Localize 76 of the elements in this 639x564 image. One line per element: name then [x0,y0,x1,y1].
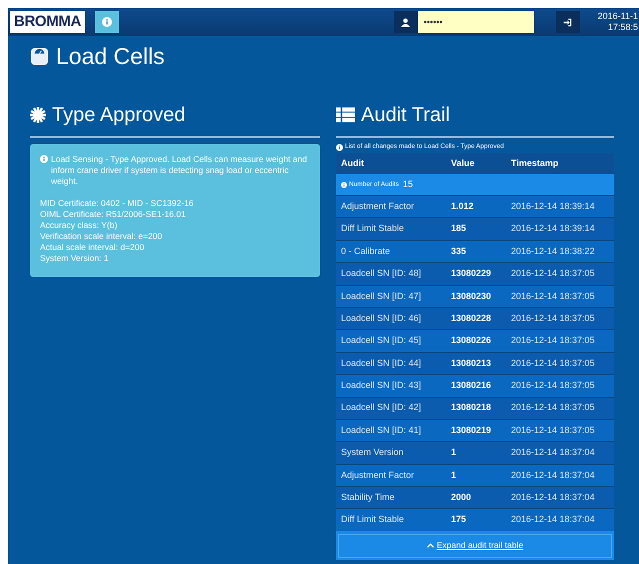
table-cell-text: 2016-12-14 18:38:22 [510,244,596,258]
table-cell-text: 13080219 [450,424,492,437]
page-title: Load Cells [56,42,165,71]
table-cell-text: Adjustment Factor [340,200,416,213]
detail-text: Accuracy class: Y(b) [40,220,118,231]
table-cell-text: Loadcell SN [ID: 45] [340,334,422,348]
logo: BROMMA [10,11,85,33]
info-icon [336,144,343,150]
list-icon [336,107,355,123]
table-cell-text: System Version [340,446,405,460]
table-cell-text: 2016-12-14 18:37:05 [510,424,596,437]
detail-text: Verification scale interval: e=200 [40,231,164,242]
table-cell-text: Loadcell SN [ID: 41] [340,424,422,437]
chevron-up-icon [426,543,434,548]
table-cell-text: 335 [450,244,468,258]
table-cell-text: 2016-12-14 18:37:05 [510,401,596,414]
table-cell-text: 2016-12-14 18:37:04 [510,491,596,504]
table-cell-text: Stability Time [340,491,396,504]
table-cell-text: Adjustment Factor [340,468,416,482]
expand-button[interactable]: Expand audit trail table [338,534,612,558]
table-cell-text: 0 - Calibrate [340,244,392,258]
column-header: Timestamp [510,156,560,170]
table-cell-text: 1 [450,468,458,482]
table-cell-text: 2016-12-14 18:37:05 [510,312,596,325]
table-cell-text: 1.012 [450,200,475,213]
info-icon [102,17,112,27]
detail-text: Actual scale interval: d=200 [40,242,146,253]
table-cell-text: 2016-12-14 18:39:14 [510,200,596,213]
table-cell-text: Loadcell SN [ID: 48] [340,267,422,280]
table-cell-text: 175 [450,513,468,526]
table-cell-text: 13080218 [450,401,492,414]
table-cell-text: 2016-12-14 18:37:04 [510,513,596,526]
column-header: Audit [340,156,365,170]
datetime-text: 17:58:5 [608,22,638,33]
table-cell-text: 13080216 [450,379,492,392]
table-cell-text: 185 [450,222,468,236]
table-cell-text: 2016-12-14 18:37:05 [510,290,596,302]
table-cell-text: 2016-12-14 18:39:14 [510,222,596,236]
table-cell-text: 13080226 [450,334,492,348]
table-cell-text: 2016-12-14 18:37:04 [510,446,596,460]
datetime-text: 2016-11-1 [598,11,638,22]
table-cell-text: 13080228 [450,312,492,325]
section-heading: Audit Trail [361,103,450,128]
column-header: Value [450,156,476,170]
info-button[interactable] [94,11,119,33]
table-cell-text: 13080230 [450,290,492,302]
table-cell-text: 2016-12-14 18:37:05 [510,379,596,392]
table-cell-text: 2016-12-14 18:37:05 [510,267,596,280]
count-value: 15 [402,178,413,191]
table-cell-text: 1 [450,446,458,460]
table-cell-text: 2016-12-14 18:37:05 [510,356,596,370]
gear-icon [30,107,46,123]
section-heading: Type Approved [52,103,186,128]
info-icon [40,155,48,163]
table-cell-text: Loadcell SN [ID: 42] [340,401,422,414]
detail-text: OIML Certificate: R51/2006-SE1-16.01 [40,209,187,220]
table-cell-text: 13080229 [450,267,492,280]
table-cell-text: Loadcell SN [ID: 43] [340,379,422,392]
table-cell-text: Diff Limit Stable [340,222,405,236]
table-cell-text: 13080213 [450,356,492,370]
table-cell-text: 2000 [450,491,472,504]
table-cell-text: 2016-12-14 18:37:04 [510,468,596,482]
scale-icon [30,46,49,66]
login-button[interactable] [556,11,580,33]
table-cell-text: Loadcell SN [ID: 46] [340,312,422,325]
info-icon [341,182,347,188]
login-icon [563,18,572,26]
password-field[interactable]: •••••• [418,11,534,33]
table-cell-text: Diff Limit Stable [340,513,405,526]
user-icon [401,18,410,26]
table-cell-text: Loadcell SN [ID: 44] [340,356,422,370]
table-cell-text: 2016-12-14 18:37:05 [510,334,596,348]
table-cell-text: Loadcell SN [ID: 47] [340,290,422,303]
description-text: Load Sensing - Type Approved. Load Cells can measure weight and inform crane driver if system is detecting snag load or eccentric weight. [51,154,308,187]
detail-text: System Version: 1 [40,253,110,264]
detail-text: MID Certificate: 0402 - MID - SC1392-16 [40,198,195,209]
